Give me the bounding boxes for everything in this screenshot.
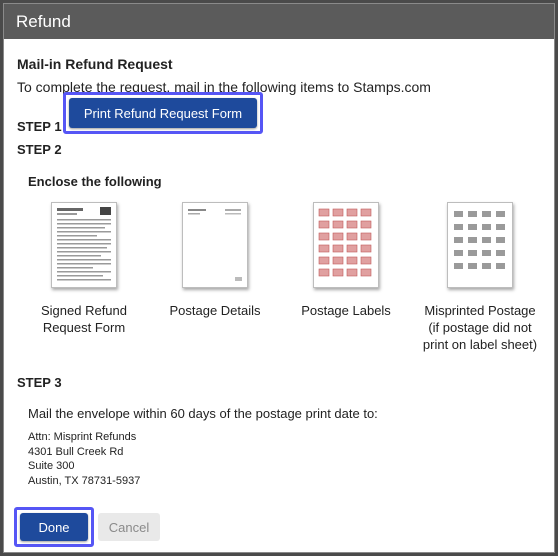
section-heading: Mail-in Refund Request bbox=[17, 56, 173, 72]
postage-details-thumbnail-icon bbox=[182, 202, 248, 288]
enclosure-item-refund-form: Signed Refund Request Form bbox=[19, 202, 149, 336]
item-label-line1: Postage Labels bbox=[301, 303, 391, 318]
dialog-title: Refund bbox=[16, 12, 71, 31]
enclosure-item-misprinted-postage: Misprinted Postage (if postage did not p… bbox=[412, 202, 548, 353]
refund-dialog: Refund Mail-in Refund Request To complet… bbox=[3, 3, 555, 553]
enclosure-item-postage-details: Postage Details bbox=[150, 202, 280, 319]
misprinted-postage-thumbnail-icon bbox=[447, 202, 513, 288]
item-label-line1: Signed Refund bbox=[40, 303, 127, 318]
done-button[interactable]: Done bbox=[20, 513, 88, 541]
enclose-title: Enclose the following bbox=[28, 174, 162, 189]
mailing-address: Attn: Misprint Refunds 4301 Bull Creek R… bbox=[28, 430, 140, 488]
dialog-titlebar: Refund bbox=[4, 4, 554, 39]
postage-labels-thumbnail-icon bbox=[313, 202, 379, 288]
address-line4: Austin, TX 78731-5937 bbox=[28, 474, 141, 487]
address-line1: Attn: Misprint Refunds bbox=[28, 431, 137, 443]
refund-form-thumbnail-icon bbox=[51, 202, 117, 288]
enclosure-item-postage-labels: Postage Labels bbox=[281, 202, 411, 319]
step1-label: STEP 1 bbox=[17, 119, 62, 134]
item-label-line2: Request Form bbox=[42, 320, 126, 335]
address-line2: 4301 Bull Creek Rd bbox=[28, 445, 124, 458]
step2-label: STEP 2 bbox=[17, 142, 62, 157]
item-label-line1: Postage Details bbox=[169, 303, 261, 318]
item-label-line2: (if postage did not bbox=[428, 320, 532, 335]
mail-instruction: Mail the envelope within 60 days of the … bbox=[28, 406, 378, 421]
cancel-button[interactable]: Cancel bbox=[98, 513, 160, 541]
item-label-line1: Misprinted Postage bbox=[424, 303, 536, 318]
item-label-line3: print on label sheet) bbox=[422, 337, 538, 352]
address-line3: Suite 300 bbox=[28, 460, 75, 472]
print-refund-form-button[interactable]: Print Refund Request Form bbox=[69, 98, 257, 128]
step3-label: STEP 3 bbox=[17, 375, 62, 390]
